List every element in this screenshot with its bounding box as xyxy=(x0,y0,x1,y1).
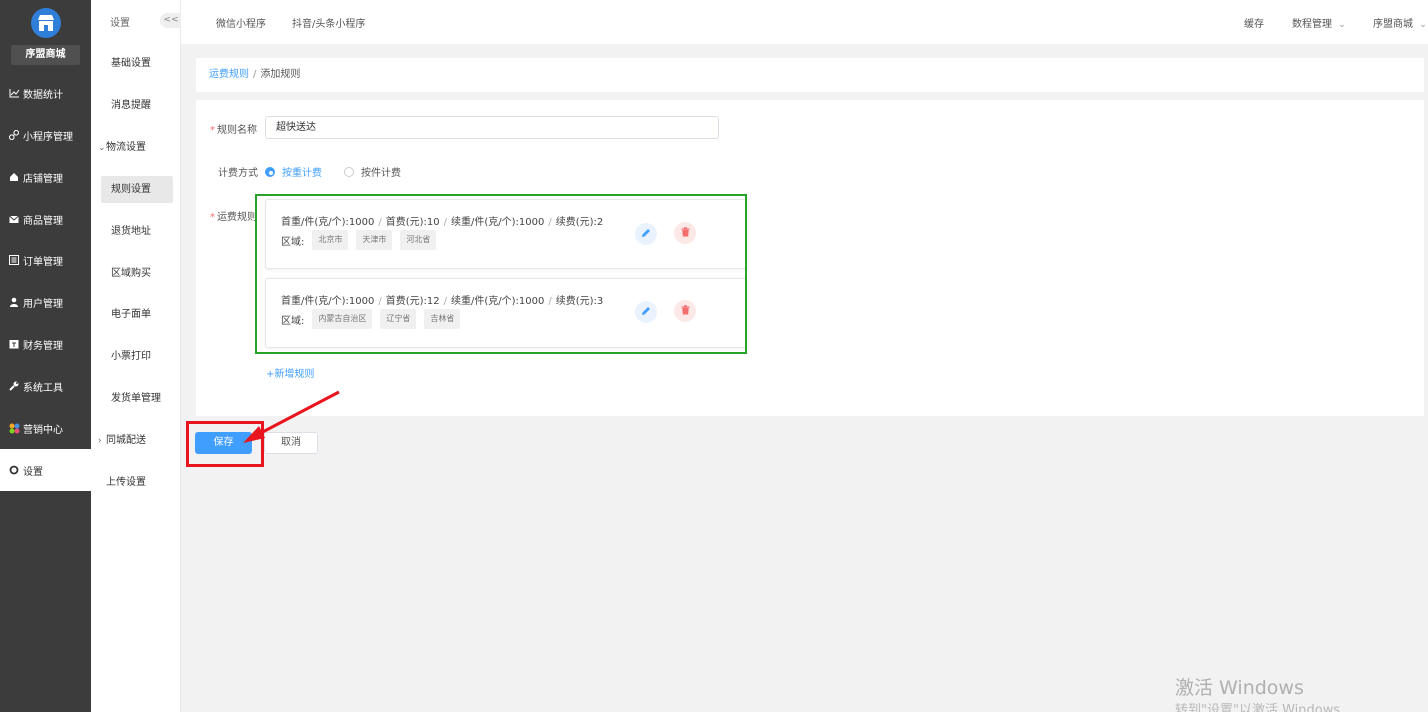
rules-highlight-box xyxy=(255,194,747,354)
store-dropdown[interactable]: 序盟商城 ⌄ xyxy=(1373,15,1427,30)
list-icon xyxy=(8,254,20,266)
submenu-group-logistics[interactable]: ⌄物流设置 xyxy=(98,134,170,161)
shipping-rules-label: * 运费规则 xyxy=(210,212,256,223)
billing-method-label: 计费方式 xyxy=(218,168,258,179)
chevron-down-icon: ⌄ xyxy=(1338,20,1346,30)
submenu-item-label: 上传设置 xyxy=(106,477,146,488)
submenu-group-label: 物流设置 xyxy=(106,142,146,153)
mail-icon xyxy=(8,213,20,225)
radio-label: 按重计费 xyxy=(282,168,322,179)
tab-douyin-miniprogram[interactable]: 抖音/头条小程序 xyxy=(292,15,365,30)
radio-checked-icon xyxy=(265,166,275,177)
settings-submenu: 设置 << 基础设置 消息提醒 ⌄物流设置 规则设置 退货地址 区域购买 电子面… xyxy=(91,0,182,712)
windows-activation-title: 激活 Windows xyxy=(1175,677,1304,699)
main-sidebar: 序盟商城 数据统计 小程序管理 店铺管理 商品管理 订单管理 用户管理 财务管理… xyxy=(0,0,91,712)
link-icon xyxy=(8,129,20,141)
submenu-item-receipt-print[interactable]: 小票打印 xyxy=(101,343,173,370)
marketing-icon xyxy=(8,422,20,434)
account-dropdown[interactable]: 数程管理 ⌄ xyxy=(1292,15,1346,30)
nav-label: 订单管理 xyxy=(23,256,63,268)
cache-button[interactable]: 缓存 xyxy=(1244,15,1264,30)
tab-wechat-miniprogram[interactable]: 微信小程序 xyxy=(216,15,266,30)
nav-item-finance[interactable]: 财务管理 xyxy=(0,323,91,365)
billing-radio-by-weight[interactable]: 按重计费 xyxy=(265,164,322,179)
add-rule-link[interactable]: +新增规则 xyxy=(266,365,314,380)
submenu-item-region-purchase[interactable]: 区域购买 xyxy=(101,260,173,287)
shop-name: 序盟商城 xyxy=(11,45,80,65)
nav-item-orders[interactable]: 订单管理 xyxy=(0,239,91,281)
radio-label: 按件计费 xyxy=(361,168,401,179)
shop-logo-icon xyxy=(31,8,61,38)
gear-icon xyxy=(8,464,20,476)
breadcrumb-current: 添加规则 xyxy=(260,69,301,80)
nav-label: 店铺管理 xyxy=(23,173,63,185)
nav-label: 用户管理 xyxy=(23,298,63,310)
submenu-title: 设置 xyxy=(110,18,130,29)
rule-name-label: * 规则名称 xyxy=(210,125,257,136)
chevron-down-icon: ⌄ xyxy=(1419,20,1427,30)
windows-activation-hint: 转到"设置"以激活 Windows xyxy=(1175,703,1341,712)
nav-item-users[interactable]: 用户管理 xyxy=(0,281,91,323)
nav-label: 小程序管理 xyxy=(23,131,73,143)
nav-label: 数据统计 xyxy=(23,89,63,101)
nav-item-store[interactable]: 店铺管理 xyxy=(0,156,91,198)
submenu-group-local-delivery[interactable]: › 同城配送 xyxy=(98,427,170,454)
nav-item-products[interactable]: 商品管理 xyxy=(0,198,91,240)
nav-label: 商品管理 xyxy=(23,215,63,227)
nav-label: 营销中心 xyxy=(23,424,63,436)
breadcrumb-separator: / xyxy=(253,69,257,80)
pointer-arrow-icon xyxy=(243,390,340,443)
nav-item-settings[interactable]: 设置 xyxy=(0,449,91,491)
submenu-item-rules[interactable]: 规则设置 xyxy=(101,176,173,203)
nav-label: 系统工具 xyxy=(23,382,63,394)
submenu-item-basic[interactable]: 基础设置 xyxy=(101,50,173,77)
billing-radio-by-piece[interactable]: 按件计费 xyxy=(344,164,401,179)
radio-unchecked-icon xyxy=(344,166,354,177)
rule-name-input[interactable]: 超快送达 xyxy=(265,116,719,139)
nav-label: 设置 xyxy=(23,466,43,478)
submenu-item-e-waybill[interactable]: 电子面单 xyxy=(101,301,173,328)
submenu-item-invoice-management[interactable]: 发货单管理 xyxy=(101,385,173,412)
store-label: 序盟商城 xyxy=(1373,19,1413,30)
submenu-group-label: 同城配送 xyxy=(106,435,146,446)
nav-label: 财务管理 xyxy=(23,340,63,352)
submenu-item-return-address[interactable]: 退货地址 xyxy=(101,218,173,245)
submenu-item-notifications[interactable]: 消息提醒 xyxy=(101,92,173,119)
account-label: 数程管理 xyxy=(1292,19,1332,30)
nav-item-miniprogram[interactable]: 小程序管理 xyxy=(0,114,91,156)
home-icon xyxy=(8,171,20,183)
nav-item-tools[interactable]: 系统工具 xyxy=(0,365,91,407)
nav-item-statistics[interactable]: 数据统计 xyxy=(0,72,91,114)
breadcrumb: 运费规则 / 添加规则 xyxy=(196,58,1424,92)
collapse-menu-button[interactable]: << xyxy=(160,13,182,28)
breadcrumb-parent-link[interactable]: 运费规则 xyxy=(209,69,249,80)
submenu-item-upload[interactable]: 上传设置 xyxy=(98,469,170,496)
user-icon xyxy=(8,296,20,308)
finance-icon xyxy=(8,338,20,350)
wrench-icon xyxy=(8,380,20,392)
top-bar: 微信小程序 抖音/头条小程序 缓存 数程管理 ⌄ 序盟商城 ⌄ xyxy=(181,0,1428,44)
chevron-right-icon: › xyxy=(98,436,102,446)
chart-icon xyxy=(8,87,20,99)
chevron-down-icon: ⌄ xyxy=(98,143,106,153)
nav-item-marketing[interactable]: 营销中心 xyxy=(0,407,91,449)
